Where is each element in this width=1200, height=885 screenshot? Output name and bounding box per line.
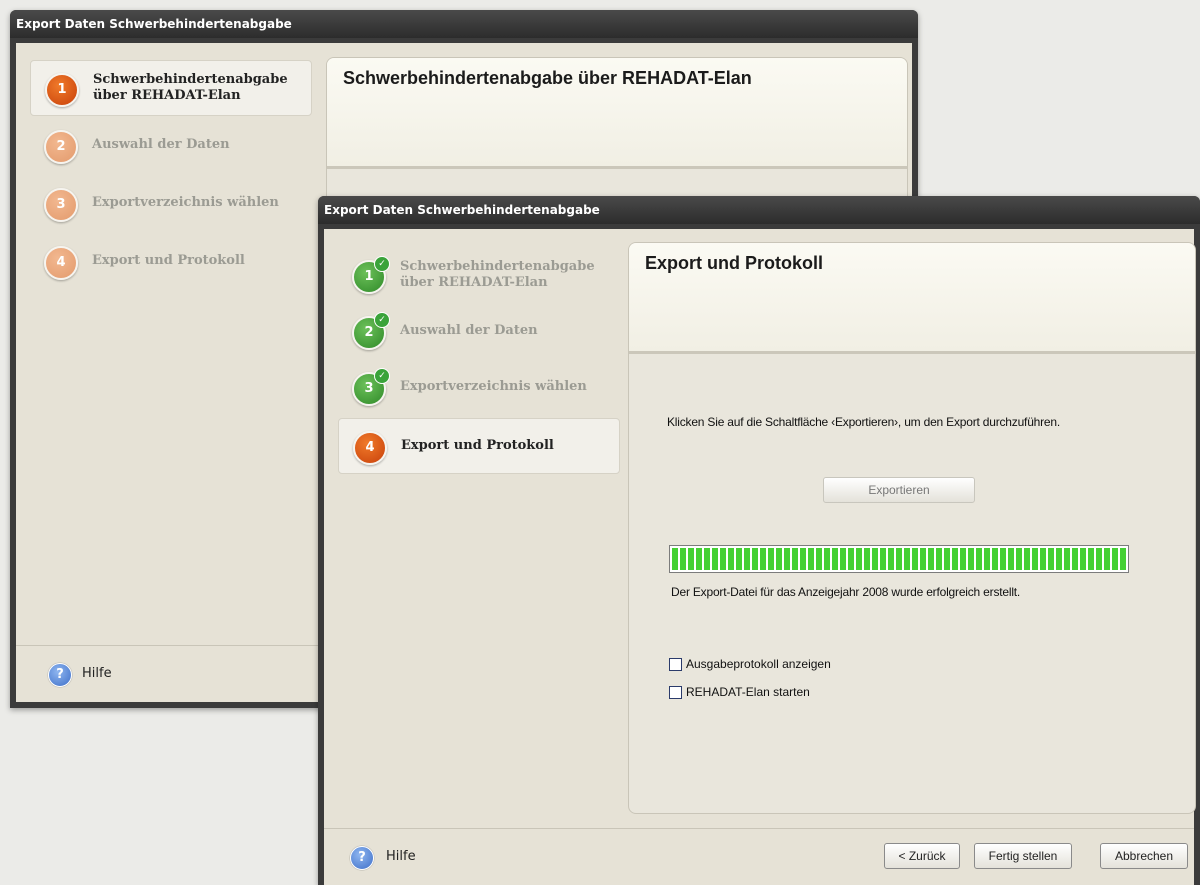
instruction-text: Klicken Sie auf die Schaltfläche ‹Export… <box>667 415 1061 429</box>
checkbox-start-elan[interactable]: REHADAT-Elan starten <box>669 685 810 699</box>
step-3-number: 3 <box>364 381 374 396</box>
checkmark-icon: ✓ <box>374 312 390 328</box>
step-3-badge: 3 <box>44 188 78 222</box>
step-2-label: Auswahl der Daten <box>400 323 538 338</box>
back-step-4[interactable]: 4 Export und Protokoll <box>30 234 310 288</box>
step-1-label: Schwerbehindertenabgabe über REHADAT-Ela… <box>400 259 595 290</box>
step-4-label: Export und Protokoll <box>401 438 554 453</box>
step-2-badge: 2 ✓ <box>352 312 390 350</box>
cancel-button[interactable]: Abbrechen <box>1100 843 1188 869</box>
step-2-badge: 2 <box>44 130 78 164</box>
step-4-badge: 4 <box>353 431 387 465</box>
front-content-panel: Export und Protokoll Klicken Sie auf die… <box>628 242 1196 814</box>
help-label[interactable]: Hilfe <box>82 666 112 681</box>
step-2-number: 2 <box>364 325 374 340</box>
step-1-badge: 1 ✓ <box>352 256 390 294</box>
front-bottom-bar: ? Hilfe < Zurück Fertig stellen Abbreche… <box>324 828 1194 885</box>
help-icon[interactable]: ? <box>350 846 374 870</box>
front-step-1[interactable]: 1 ✓ Schwerbehindertenabgabe über REHADAT… <box>338 248 618 302</box>
checkmark-icon: ✓ <box>374 256 390 272</box>
help-label[interactable]: Hilfe <box>386 849 416 864</box>
back-content-header: Schwerbehindertenabgabe über REHADAT-Ela… <box>327 58 907 169</box>
front-step-3[interactable]: 3 ✓ Exportverzeichnis wählen <box>338 360 618 414</box>
front-step-4[interactable]: 4 Export und Protokoll <box>338 418 620 474</box>
back-step-1[interactable]: 1 Schwerbehindertenabgabe über REHADAT-E… <box>30 60 312 116</box>
front-content-header: Export und Protokoll <box>629 243 1195 354</box>
back-button[interactable]: < Zurück <box>884 843 960 869</box>
progress-fill <box>672 548 1126 570</box>
status-text: Der Export-Datei für das Anzeigejahr 200… <box>671 585 1021 599</box>
front-content-title: Export und Protokoll <box>645 253 823 273</box>
help-icon[interactable]: ? <box>48 663 72 687</box>
back-step-3[interactable]: 3 Exportverzeichnis wählen <box>30 176 310 230</box>
back-step-2[interactable]: 2 Auswahl der Daten <box>30 118 310 172</box>
export-progress-bar <box>669 545 1129 573</box>
back-content-title: Schwerbehindertenabgabe über REHADAT-Ela… <box>343 68 752 88</box>
front-window-client: 1 ✓ Schwerbehindertenabgabe über REHADAT… <box>324 229 1196 885</box>
checkbox-box[interactable] <box>669 657 682 671</box>
front-window-title: Export Daten Schwerbehindertenabgabe <box>318 196 1200 224</box>
checkbox-show-protocol[interactable]: Ausgabeprotokoll anzeigen <box>669 657 831 671</box>
step-1-badge: 1 <box>45 73 79 107</box>
step-4-badge: 4 <box>44 246 78 280</box>
step-1-label: Schwerbehindertenabgabe über REHADAT-Ela… <box>93 72 288 103</box>
step-2-label: Auswahl der Daten <box>92 137 230 152</box>
step-3-badge: 3 ✓ <box>352 368 390 406</box>
finish-button[interactable]: Fertig stellen <box>974 843 1072 869</box>
checkbox-box[interactable] <box>669 685 682 699</box>
checkbox-label: REHADAT-Elan starten <box>686 685 810 699</box>
step-3-label: Exportverzeichnis wählen <box>92 195 279 210</box>
step-4-label: Export und Protokoll <box>92 253 245 268</box>
step-1-number: 1 <box>364 269 374 284</box>
checkbox-label: Ausgabeprotokoll anzeigen <box>686 657 831 671</box>
step-3-label: Exportverzeichnis wählen <box>400 379 587 394</box>
back-window-title: Export Daten Schwerbehindertenabgabe <box>10 10 918 38</box>
checkmark-icon: ✓ <box>374 368 390 384</box>
front-step-2[interactable]: 2 ✓ Auswahl der Daten <box>338 304 618 358</box>
front-window: Export Daten Schwerbehindertenabgabe 1 ✓… <box>318 196 1200 885</box>
export-button[interactable]: Exportieren <box>823 477 975 503</box>
